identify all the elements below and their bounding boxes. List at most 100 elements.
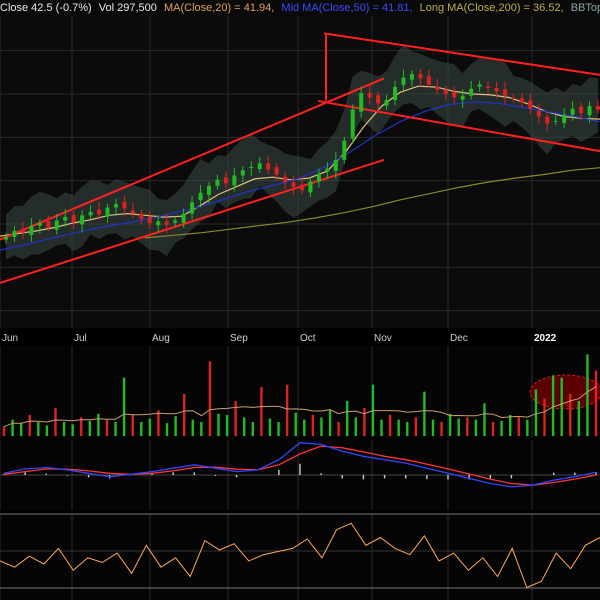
- volume-bar: [328, 410, 332, 436]
- candle-body: [139, 213, 144, 219]
- candle-body: [54, 220, 59, 230]
- volume-bar: [225, 415, 229, 436]
- volume-bar: [543, 398, 546, 436]
- candle-body: [435, 86, 440, 90]
- x-tick-label: Nov: [374, 333, 392, 344]
- volume-bar: [200, 422, 203, 436]
- candle-body: [80, 215, 85, 225]
- volume-bar: [354, 417, 357, 436]
- candle-body: [562, 114, 567, 124]
- candle-body: [494, 87, 499, 92]
- candle-body: [198, 192, 203, 201]
- volume-bar: [122, 377, 126, 436]
- candle-body: [553, 120, 558, 122]
- volume-bar: [517, 417, 520, 436]
- candle-body: [477, 84, 482, 87]
- candle-body: [528, 100, 533, 109]
- volume-bar: [28, 415, 31, 436]
- candle-body: [333, 159, 338, 171]
- candle-body: [316, 173, 321, 182]
- volume-bar: [337, 422, 340, 436]
- candle-body: [587, 106, 592, 116]
- candle-body: [291, 182, 296, 187]
- candle-body: [418, 74, 423, 79]
- ma50-label: Mid MA(Close,50) = 41.81,: [281, 2, 413, 14]
- candle-body: [46, 220, 51, 228]
- candle-body: [545, 116, 550, 124]
- rsi-panel: [0, 514, 600, 600]
- volume-bar: [397, 419, 400, 436]
- candle-body: [12, 230, 17, 237]
- candle-body: [460, 95, 465, 100]
- candle-body: [232, 175, 237, 186]
- candle-body: [257, 163, 262, 169]
- volume-bar: [182, 394, 186, 436]
- volume-bar: [157, 410, 160, 436]
- volume-bar: [217, 413, 220, 436]
- candle-body: [4, 237, 8, 240]
- volume-bar: [577, 401, 581, 436]
- candle-body: [579, 106, 584, 114]
- volume-bar: [174, 416, 177, 436]
- volume-bar: [208, 361, 212, 436]
- ma200-label: Long MA(Close,200) = 36.52,: [419, 2, 564, 14]
- volume-bar: [414, 417, 418, 436]
- candle-body: [536, 110, 541, 117]
- volume-bar: [19, 423, 23, 436]
- volume-bar: [114, 422, 117, 436]
- candle-body: [173, 220, 178, 223]
- volume-bar: [363, 408, 366, 436]
- candle-body: [215, 179, 220, 186]
- candle-body: [249, 166, 254, 169]
- candle-body: [164, 221, 169, 225]
- volume-bar: [277, 422, 280, 436]
- candle-body: [409, 74, 414, 80]
- candle-body: [20, 228, 25, 233]
- volume-bar: [131, 415, 134, 436]
- candle-body: [105, 207, 110, 217]
- volume-bar: [2, 426, 6, 436]
- candle-body: [130, 210, 135, 214]
- volume-bar: [251, 422, 255, 436]
- volume-bar: [97, 413, 100, 436]
- candle-body: [190, 202, 195, 214]
- volume-bar: [45, 425, 49, 436]
- candle-body: [519, 98, 524, 103]
- candle-body: [486, 86, 491, 88]
- volume-bar: [268, 418, 272, 436]
- candle-body: [511, 97, 516, 99]
- x-tick-label: Oct: [300, 333, 316, 344]
- volume-bar: [560, 377, 563, 436]
- candle-body: [300, 184, 304, 191]
- volume-bar: [260, 387, 263, 436]
- candle-body: [502, 89, 507, 96]
- candle-body: [401, 77, 406, 85]
- volume-bar: [303, 419, 306, 436]
- candle-body: [274, 167, 279, 175]
- volume-bar: [345, 401, 349, 436]
- volume-bar: [62, 422, 66, 436]
- candle-body: [350, 109, 355, 139]
- candle-body: [367, 93, 372, 98]
- candle-body: [37, 223, 42, 226]
- x-tick-label: Jul: [74, 333, 87, 344]
- candle-body: [359, 93, 364, 112]
- candle-body: [240, 170, 245, 176]
- x-tick-label: Aug: [152, 333, 170, 344]
- candle-body: [206, 185, 211, 195]
- x-tick-label: Jun: [2, 333, 18, 344]
- stock-chart: Jun Jul Aug Sep Oct Nov Dec 2022: [0, 0, 600, 600]
- volume-bar: [586, 354, 589, 436]
- volume-highlight: [529, 374, 600, 410]
- candle-body: [122, 201, 127, 209]
- candle-body: [71, 214, 76, 223]
- volume-bar: [11, 419, 14, 436]
- volume-bar: [380, 419, 383, 436]
- candle-body: [63, 217, 68, 221]
- volume-bar: [140, 422, 143, 436]
- volume-bar: [191, 419, 194, 436]
- candle-body: [223, 177, 228, 184]
- volume-bar: [423, 391, 426, 436]
- candle-body: [156, 221, 161, 226]
- volume-bar: [491, 422, 495, 436]
